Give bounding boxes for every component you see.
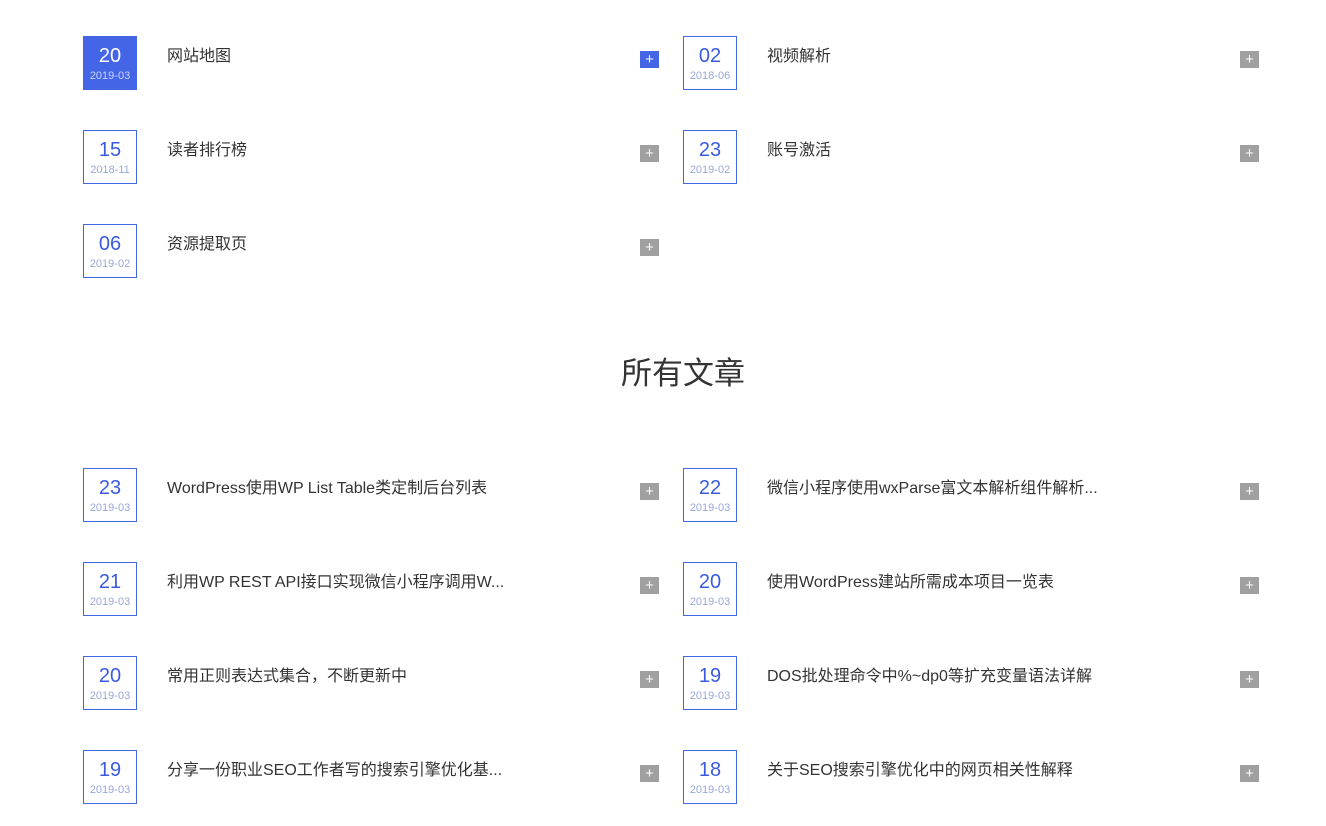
list-item[interactable]: 21 2019-03 利用WP REST API接口实现微信小程序调用W... … bbox=[83, 562, 659, 616]
date-box: 20 2019-03 bbox=[83, 36, 137, 90]
item-title-link[interactable]: 利用WP REST API接口实现微信小程序调用W... bbox=[167, 573, 517, 593]
list-item[interactable]: 23 2019-02 账号激活 + bbox=[683, 130, 1259, 184]
date-box: 22 2019-03 bbox=[683, 468, 737, 522]
article-list: 23 2019-03 WordPress使用WP List Table类定制后台… bbox=[83, 468, 1259, 804]
date-box: 21 2019-03 bbox=[83, 562, 137, 616]
date-box: 23 2019-02 bbox=[683, 130, 737, 184]
list-item[interactable]: 19 2019-03 DOS批处理命令中%~dp0等扩充变量语法详解 + bbox=[683, 656, 1259, 710]
date-day: 18 bbox=[698, 759, 722, 781]
date-day: 23 bbox=[698, 139, 722, 161]
date-day: 23 bbox=[98, 477, 122, 499]
date-year-month: 2018-11 bbox=[90, 164, 130, 176]
expand-plus-icon[interactable]: + bbox=[640, 51, 659, 68]
expand-plus-icon[interactable]: + bbox=[640, 239, 659, 256]
date-day: 06 bbox=[98, 233, 122, 255]
expand-plus-icon[interactable]: + bbox=[640, 483, 659, 500]
expand-plus-icon[interactable]: + bbox=[1240, 51, 1259, 68]
date-year-month: 2019-02 bbox=[689, 164, 731, 176]
date-box: 19 2019-03 bbox=[683, 656, 737, 710]
expand-plus-icon[interactable]: + bbox=[1240, 671, 1259, 688]
date-day: 19 bbox=[98, 759, 122, 781]
date-year-month: 2019-03 bbox=[89, 784, 131, 796]
date-day: 22 bbox=[698, 477, 722, 499]
date-box: 02 2018-06 bbox=[683, 36, 737, 90]
date-day: 21 bbox=[98, 571, 122, 593]
item-title-link[interactable]: 使用WordPress建站所需成本项目一览表 bbox=[767, 573, 1117, 593]
date-year-month: 2019-03 bbox=[89, 502, 131, 514]
date-year-month: 2019-03 bbox=[689, 502, 731, 514]
date-box: 20 2019-03 bbox=[683, 562, 737, 616]
date-day: 20 bbox=[698, 571, 722, 593]
expand-plus-icon[interactable]: + bbox=[1240, 145, 1259, 162]
item-title-link[interactable]: 网站地图 bbox=[167, 47, 517, 67]
item-title-link[interactable]: 资源提取页 bbox=[167, 235, 517, 255]
item-title-link[interactable]: 关于SEO搜索引擎优化中的网页相关性解释 bbox=[767, 761, 1117, 781]
list-item[interactable]: 22 2019-03 微信小程序使用wxParse富文本解析组件解析... + bbox=[683, 468, 1259, 522]
date-day: 19 bbox=[698, 665, 722, 687]
date-box: 06 2019-02 bbox=[83, 224, 137, 278]
item-title-link[interactable]: 账号激活 bbox=[767, 141, 1117, 161]
list-item[interactable]: 20 2019-03 常用正则表达式集合，不断更新中 + bbox=[83, 656, 659, 710]
date-box: 20 2019-03 bbox=[83, 656, 137, 710]
list-item[interactable]: 20 2019-03 网站地图 + bbox=[83, 36, 659, 90]
page-list: 20 2019-03 网站地图 + 02 2018-06 视频解析 + 15 2… bbox=[83, 36, 1259, 278]
item-title-link[interactable]: 分享一份职业SEO工作者写的搜索引擎优化基... bbox=[167, 761, 517, 781]
date-box: 15 2018-11 bbox=[83, 130, 137, 184]
date-day: 20 bbox=[98, 45, 122, 67]
date-year-month: 2019-03 bbox=[89, 690, 131, 702]
date-year-month: 2019-02 bbox=[89, 258, 131, 270]
expand-plus-icon[interactable]: + bbox=[1240, 765, 1259, 782]
list-item[interactable]: 02 2018-06 视频解析 + bbox=[683, 36, 1259, 90]
date-day: 02 bbox=[698, 45, 722, 67]
item-title-link[interactable]: DOS批处理命令中%~dp0等扩充变量语法详解 bbox=[767, 667, 1117, 687]
list-item[interactable]: 19 2019-03 分享一份职业SEO工作者写的搜索引擎优化基... + bbox=[83, 750, 659, 804]
expand-plus-icon[interactable]: + bbox=[640, 145, 659, 162]
item-title-link[interactable]: 视频解析 bbox=[767, 47, 1117, 67]
date-box: 19 2019-03 bbox=[83, 750, 137, 804]
date-year-month: 2018-06 bbox=[689, 70, 731, 82]
expand-plus-icon[interactable]: + bbox=[1240, 483, 1259, 500]
list-item[interactable]: 06 2019-02 资源提取页 + bbox=[83, 224, 659, 278]
expand-plus-icon[interactable]: + bbox=[640, 671, 659, 688]
date-year-month: 2019-03 bbox=[89, 596, 131, 608]
date-day: 15 bbox=[98, 139, 122, 161]
item-title-link[interactable]: 常用正则表达式集合，不断更新中 bbox=[167, 667, 517, 687]
list-item[interactable]: 15 2018-11 读者排行榜 + bbox=[83, 130, 659, 184]
expand-plus-icon[interactable]: + bbox=[1240, 577, 1259, 594]
list-item[interactable]: 20 2019-03 使用WordPress建站所需成本项目一览表 + bbox=[683, 562, 1259, 616]
section-title: 所有文章 bbox=[621, 356, 745, 391]
date-year-month: 2019-03 bbox=[89, 70, 131, 82]
date-day: 20 bbox=[98, 665, 122, 687]
date-box: 18 2019-03 bbox=[683, 750, 737, 804]
item-title-link[interactable]: WordPress使用WP List Table类定制后台列表 bbox=[167, 479, 517, 499]
expand-plus-icon[interactable]: + bbox=[640, 577, 659, 594]
item-title-link[interactable]: 读者排行榜 bbox=[167, 141, 517, 161]
date-box: 23 2019-03 bbox=[83, 468, 137, 522]
list-item[interactable]: 18 2019-03 关于SEO搜索引擎优化中的网页相关性解释 + bbox=[683, 750, 1259, 804]
expand-plus-icon[interactable]: + bbox=[640, 765, 659, 782]
item-title-link[interactable]: 微信小程序使用wxParse富文本解析组件解析... bbox=[767, 479, 1117, 499]
list-item[interactable]: 23 2019-03 WordPress使用WP List Table类定制后台… bbox=[83, 468, 659, 522]
date-year-month: 2019-03 bbox=[689, 784, 731, 796]
date-year-month: 2019-03 bbox=[689, 596, 731, 608]
date-year-month: 2019-03 bbox=[689, 690, 731, 702]
